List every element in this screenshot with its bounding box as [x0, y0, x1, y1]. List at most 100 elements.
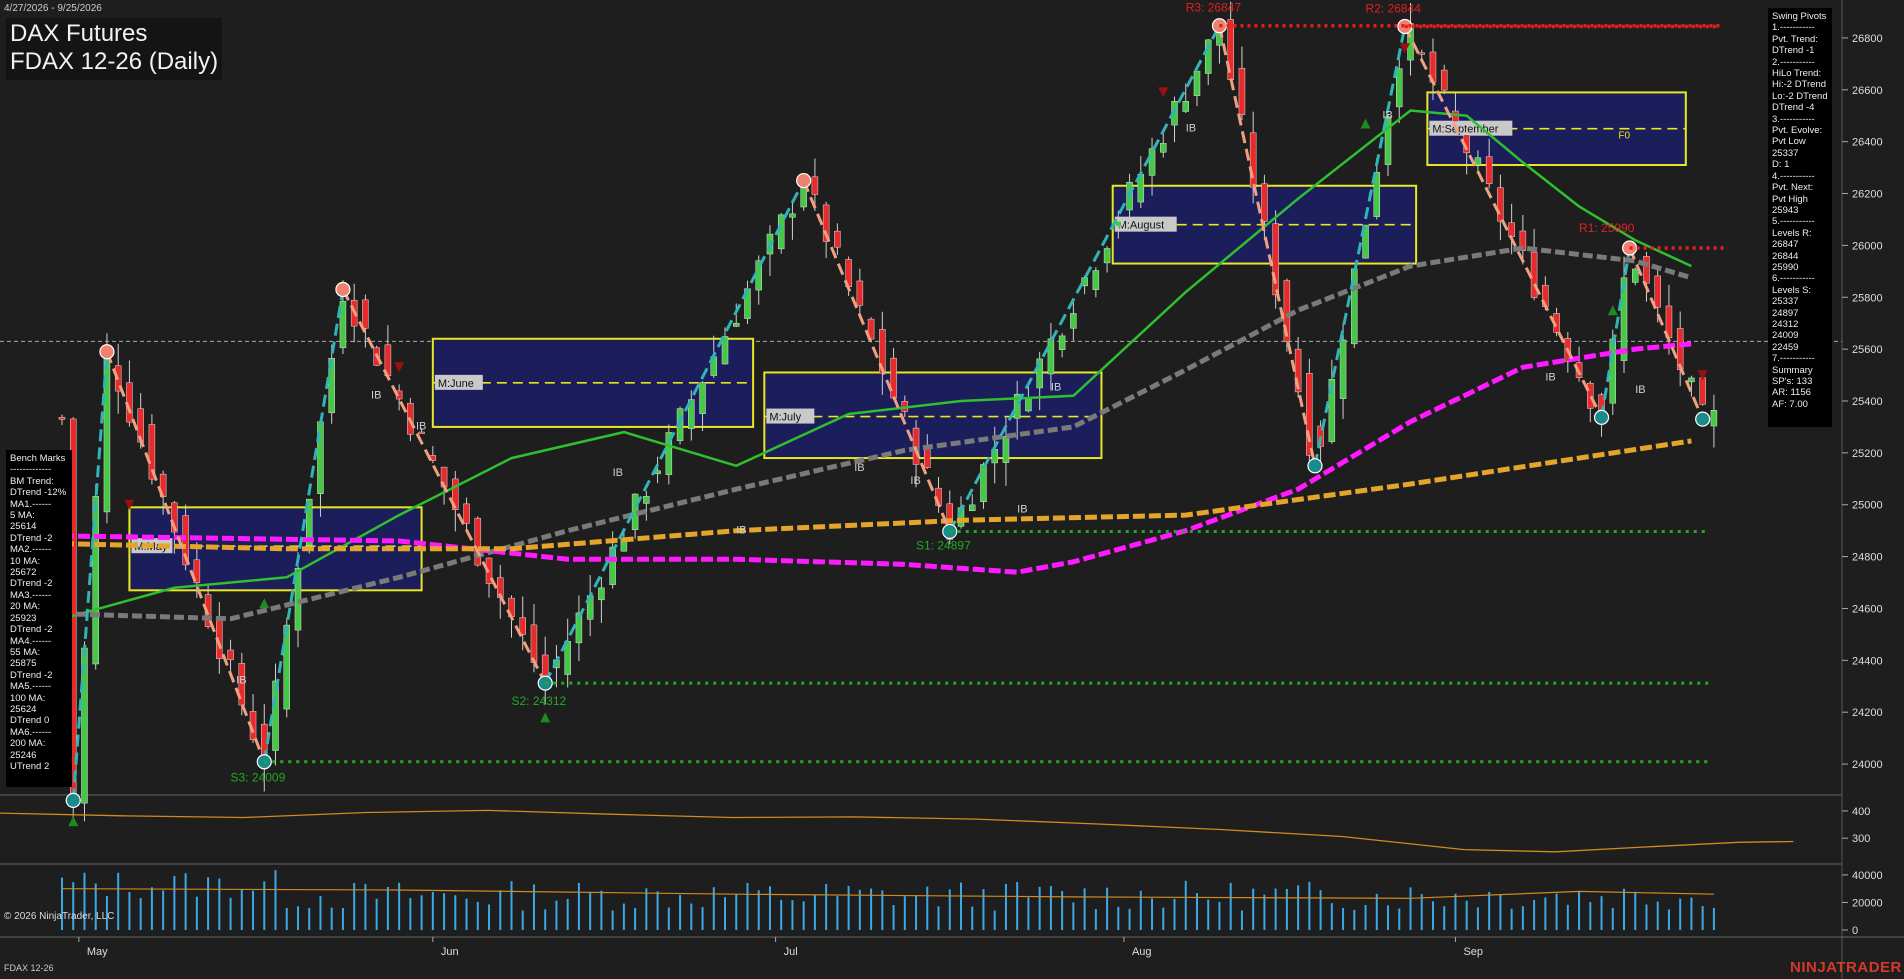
- down-candle: [519, 617, 526, 635]
- down-candle: [1306, 373, 1313, 456]
- down-candle: [530, 624, 538, 663]
- up-candle: [968, 504, 976, 512]
- brand-logo: NINJATRADER: [1790, 959, 1902, 976]
- down-candle: [1249, 132, 1257, 188]
- monthly-box-label: M:June: [438, 378, 474, 390]
- up-candle: [1160, 143, 1167, 153]
- ib-label: IB: [854, 462, 864, 474]
- up-candle: [1339, 339, 1347, 399]
- volume-tick-label: 0: [1852, 925, 1858, 937]
- swing-low-marker: [1593, 409, 1610, 425]
- benchmarks-line: DTrend -2: [10, 624, 53, 636]
- swing_pivots-line: D: 1: [1772, 159, 1790, 171]
- swing-up-leg: [71, 351, 109, 801]
- ib-label: IB: [1545, 371, 1555, 383]
- month-label: Sep: [1463, 946, 1483, 958]
- swing_pivots-line: Lo:-2 DTrend: [1772, 90, 1828, 102]
- swing_pivots-line: 5.-----------: [1772, 216, 1815, 228]
- down-candle: [834, 230, 841, 248]
- up-candle: [777, 214, 785, 250]
- benchmarks-line: BM Trend:: [10, 475, 54, 487]
- price-tick-label: 26800: [1852, 33, 1883, 45]
- uptrend-triangle: [68, 816, 79, 827]
- ib-label: IB: [613, 467, 623, 479]
- benchmarks-line: 25923: [10, 612, 37, 624]
- swing_pivots-line: 24897: [1772, 307, 1799, 319]
- benchmarks-line: 55 MA:: [10, 646, 41, 658]
- benchmarks-line: MA2.------: [10, 544, 52, 556]
- benchmarks-line: 25672: [10, 567, 37, 579]
- up-candle: [1058, 335, 1066, 350]
- up-candle: [789, 213, 796, 218]
- swing_pivots-line: 24009: [1772, 330, 1799, 342]
- benchmarks-line: MA1.------: [10, 498, 52, 510]
- benchmarks-line: DTrend 0: [10, 715, 50, 727]
- resistance-label: R1: 25990: [1579, 221, 1635, 235]
- instrument-name: DAX Futures: [10, 20, 148, 47]
- volume-average-line: [61, 888, 1714, 899]
- price-tick-label: 25400: [1852, 396, 1883, 408]
- ib-label: IB: [1186, 122, 1196, 134]
- benchmarks-line: 5 MA:: [10, 510, 35, 522]
- benchmarks-line: DTrend -2: [10, 669, 53, 681]
- price-chart[interactable]: 24000 24200 24400 24600 24800 25000 25200 25400…: [0, 0, 1904, 979]
- up-candle: [283, 624, 290, 710]
- swing_pivots-line: Swing Pivots: [1772, 11, 1827, 22]
- price-tick-label: 25000: [1852, 500, 1883, 512]
- swing_pivots-line: Levels S:: [1772, 284, 1812, 296]
- swing-pivots-panel: Swing Pivots 1.----------- Pvt. Trend: DTre…: [1768, 8, 1832, 427]
- benchmarks-line: Bench Marks: [10, 453, 66, 464]
- ib-label: IB: [371, 389, 381, 401]
- down-candle: [58, 417, 66, 420]
- price-tick-label: 26000: [1852, 240, 1883, 252]
- up-candle: [103, 346, 111, 513]
- swing_pivots-line: 3.-----------: [1772, 113, 1815, 125]
- price-tick-label: 26600: [1852, 85, 1883, 97]
- up-candle: [800, 187, 807, 208]
- down-candle: [1238, 67, 1246, 116]
- down-candle: [1497, 187, 1504, 222]
- swing_pivots-line: DTrend -4: [1772, 102, 1815, 114]
- volume-tick-label: 40000: [1852, 870, 1883, 882]
- swing_pivots-line: AF: 7.00: [1772, 398, 1808, 410]
- uptrend-triangle: [259, 598, 270, 609]
- up-candle: [1092, 270, 1100, 290]
- swing_pivots-line: HiLo Trend:: [1772, 68, 1822, 80]
- swing_pivots-line: Levels R:: [1772, 227, 1812, 239]
- swing-high-marker: [335, 281, 351, 298]
- swing_pivots-line: Pvt. Evolve:: [1772, 125, 1823, 137]
- swing-low-marker: [1695, 411, 1711, 427]
- swing_pivots-line: 2.-----------: [1772, 56, 1815, 68]
- price-tick-label: 24200: [1852, 707, 1883, 719]
- up-candle: [1002, 436, 1010, 463]
- down-candle: [924, 446, 931, 468]
- benchmarks-line: UTrend 2: [10, 760, 50, 772]
- down-candle: [1418, 52, 1425, 55]
- up-candle: [699, 382, 706, 415]
- down-candle: [227, 649, 234, 660]
- uptrend-triangle: [1607, 305, 1618, 316]
- swing_pivots-line: 26847: [1772, 239, 1799, 251]
- benchmarks-line: 25875: [10, 658, 37, 670]
- down-candle: [856, 280, 864, 306]
- swing_pivots-line: 22459: [1772, 341, 1799, 353]
- swing_pivots-line: 25990: [1772, 261, 1799, 273]
- chart-title: DAX Futures FDAX 12-26 (Daily): [6, 18, 223, 80]
- ib-label: IB: [236, 675, 246, 687]
- downtrend-triangle: [394, 362, 405, 373]
- ib-label: IB: [736, 524, 746, 536]
- month-label: Jun: [441, 946, 459, 958]
- swing-low-marker: [1307, 458, 1323, 474]
- swing_pivots-line: 25943: [1772, 204, 1799, 216]
- instrument-contract: FDAX 12-26 (Daily): [10, 48, 219, 75]
- up-candle: [1631, 268, 1639, 283]
- swing-high-marker: [99, 344, 115, 360]
- benchmarks-panel: Bench Marks ------------- BM Trend: DTrend …: [6, 450, 72, 787]
- benchmarks-line: DTrend -2: [10, 578, 53, 590]
- up-candle: [1193, 70, 1201, 96]
- ib-label: IB: [1635, 384, 1645, 396]
- swing_pivots-line: Summary: [1772, 364, 1813, 376]
- price-tick-label: 25600: [1852, 344, 1883, 356]
- swing_pivots-line: DTrend -1: [1772, 45, 1815, 57]
- up-candle: [643, 496, 650, 504]
